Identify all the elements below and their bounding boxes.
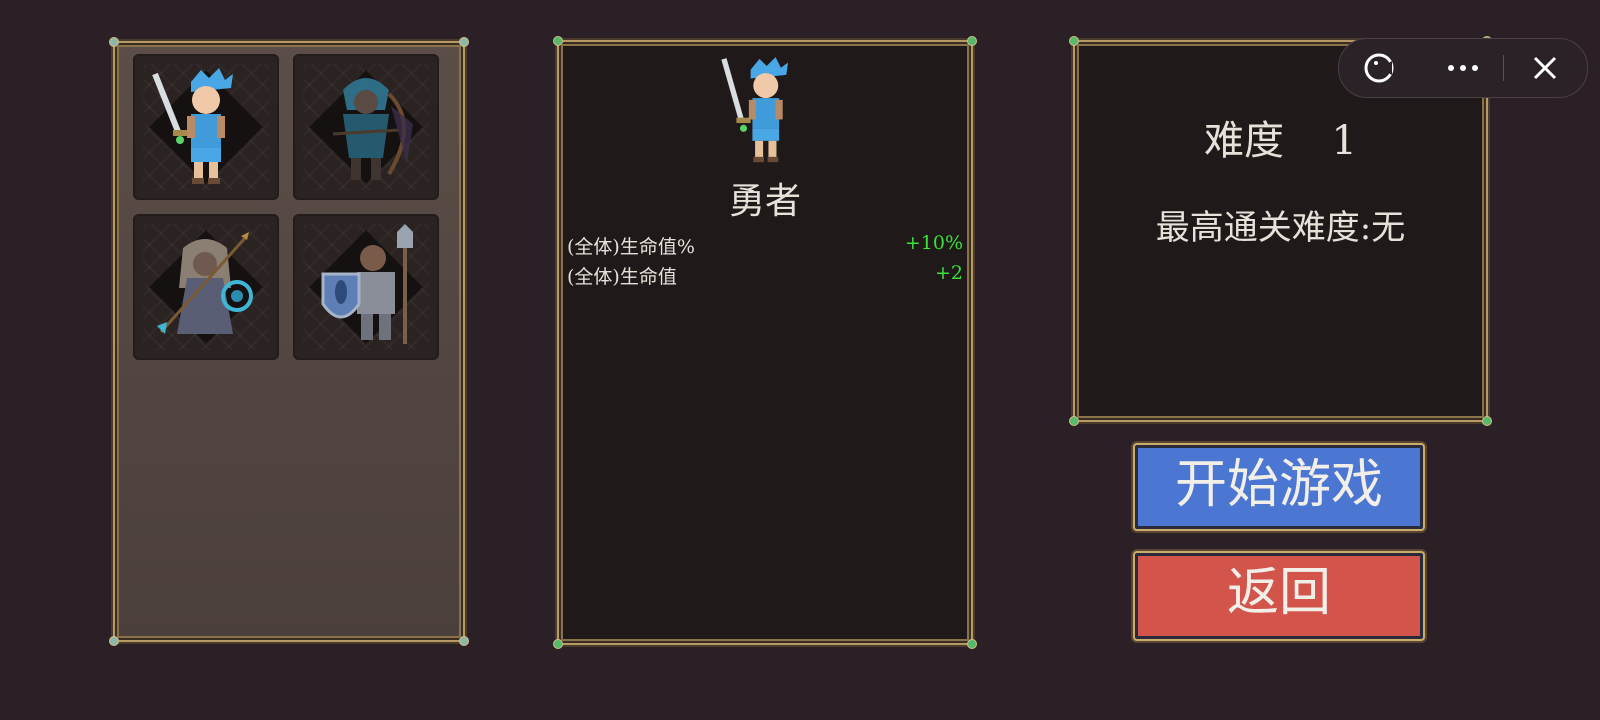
back-button[interactable]: 返回 (1133, 551, 1425, 641)
more-icon[interactable] (1423, 39, 1503, 97)
frame-corner-gem (553, 639, 563, 649)
frame-corner-gem (967, 639, 977, 649)
archer-portrait-icon (332, 78, 413, 180)
frame-corner-gem (553, 36, 563, 46)
frame-corner-gem (1069, 36, 1079, 46)
frame-corner-gem (459, 37, 469, 47)
start-game-button[interactable]: 开始游戏 (1133, 443, 1425, 531)
game-icon[interactable] (1339, 39, 1419, 97)
stat-value: +2 (934, 262, 963, 284)
hero-name: 勇者 (728, 181, 801, 222)
hero-slot-brave-swordsman[interactable] (133, 54, 279, 200)
frame-corner-gem (1069, 416, 1079, 426)
hero-detail-panel: 勇者 (全体)生命值% +10% (全体)生命值 +2 (553, 36, 977, 649)
priestess-portrait-icon (157, 232, 253, 334)
hero-slot-shield-knight[interactable] (293, 214, 439, 360)
best-clear-difficulty: 最高通关难度:无 (1155, 208, 1406, 248)
knight-portrait-icon (321, 224, 413, 344)
mini-program-capsule (1338, 38, 1588, 98)
stat-label: (全体)生命值 (567, 266, 677, 288)
stat-value: +10% (904, 232, 963, 254)
swordsman-portrait-icon (152, 68, 233, 184)
hero-slot-priestess-mage[interactable] (133, 214, 279, 360)
difficulty-value: 1 (1331, 118, 1357, 164)
frame-corner-gem (459, 636, 469, 646)
stat-row: (全体)生命值 +2 (567, 262, 963, 288)
hero-roster-panel (109, 37, 469, 646)
difficulty-label: 难度 (1204, 118, 1285, 164)
hero-slot-hooded-archer[interactable] (293, 54, 439, 200)
difficulty-heading[interactable]: 难度 1 (1075, 108, 1486, 166)
frame-corner-gem (967, 36, 977, 46)
close-icon[interactable] (1505, 39, 1585, 97)
selected-hero-sprite-icon (721, 57, 789, 163)
frame-corner-gem (109, 37, 119, 47)
frame-corner-gem (109, 636, 119, 646)
capsule-divider (1503, 55, 1504, 81)
stat-label: (全体)生命值% (567, 236, 695, 258)
frame-corner-gem (1482, 416, 1492, 426)
stat-row: (全体)生命值% +10% (567, 232, 963, 258)
